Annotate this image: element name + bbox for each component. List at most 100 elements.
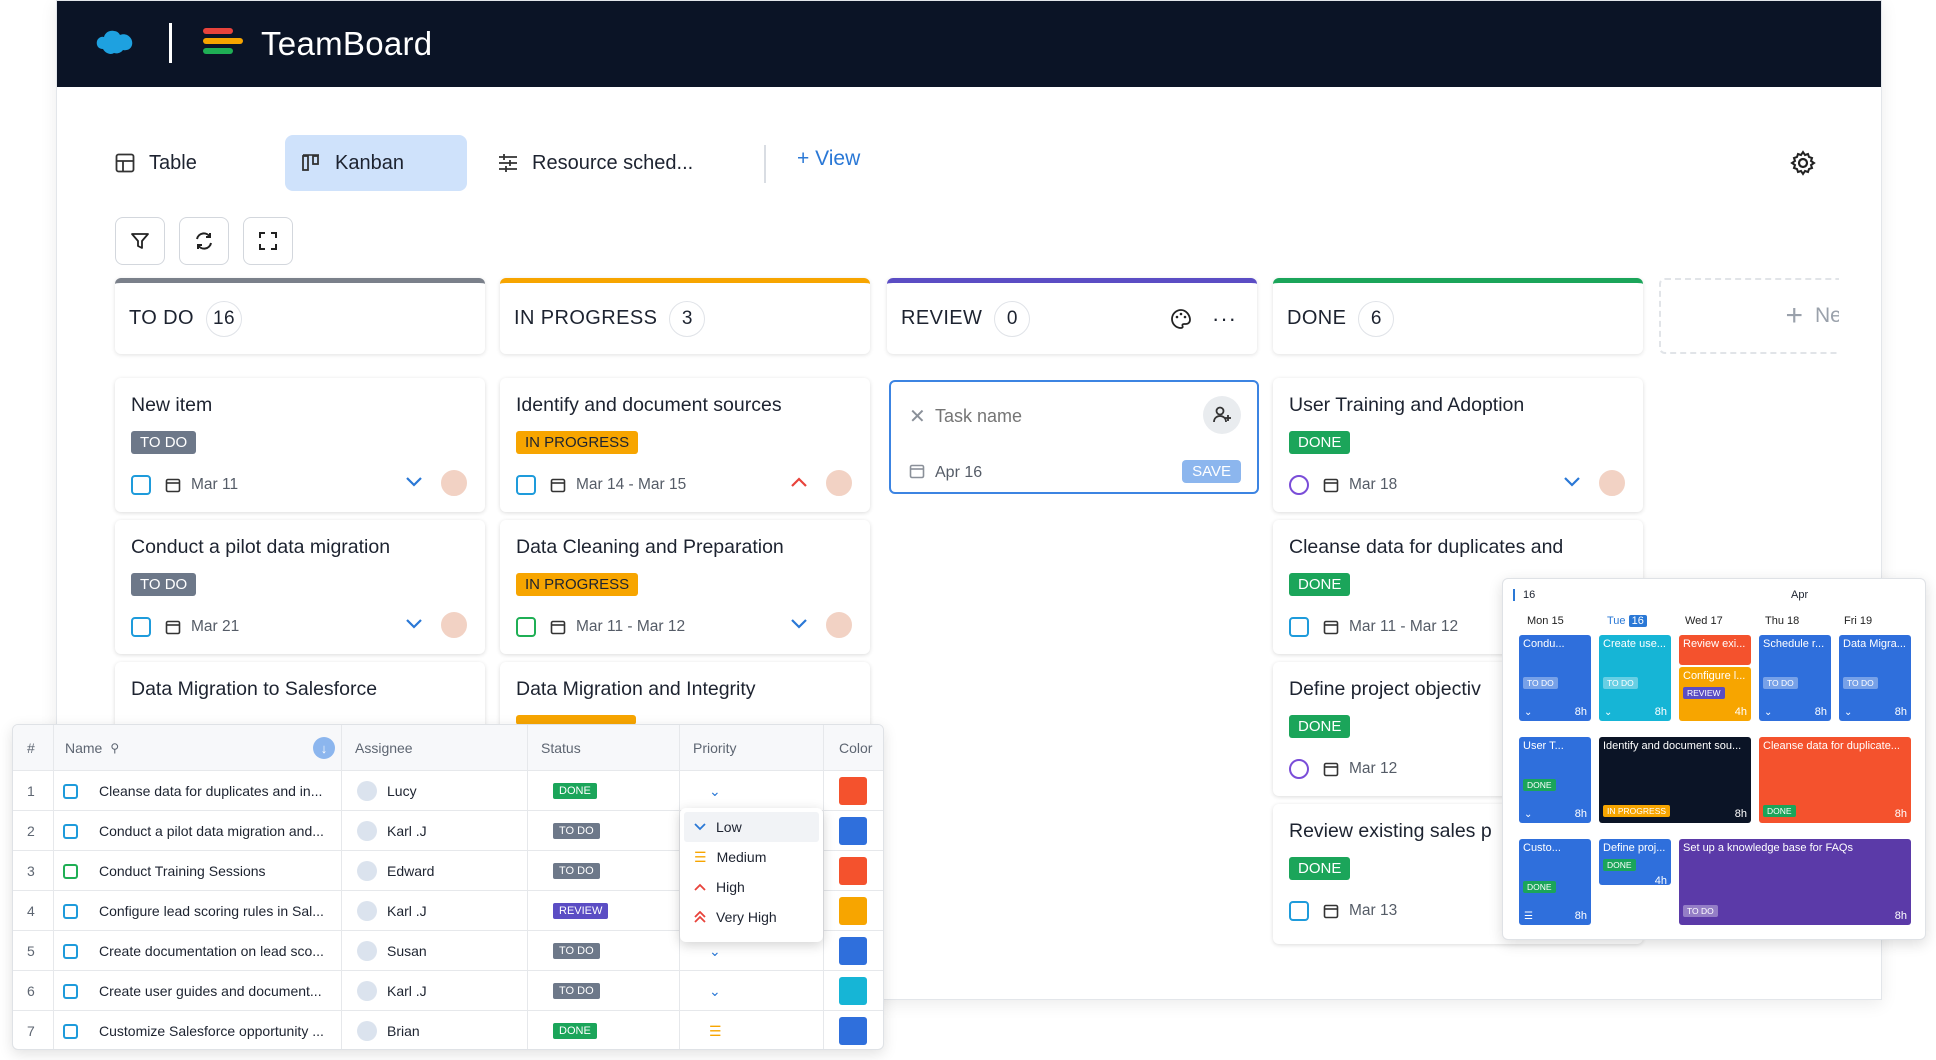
save-button[interactable]: SAVE — [1182, 460, 1241, 483]
chevron-down-icon[interactable] — [1563, 476, 1581, 488]
task-card[interactable]: Conduct a pilot data migration TO DO Mar… — [115, 520, 485, 654]
avatar[interactable] — [824, 610, 854, 640]
assignee[interactable]: Karl .J — [357, 971, 427, 1011]
task-name[interactable]: Conduct Training Sessions — [99, 851, 266, 891]
filter-button[interactable] — [115, 217, 165, 265]
schedule-event[interactable]: Custo... DONE ☰ 8h — [1519, 839, 1591, 925]
schedule-event[interactable]: Create use... TO DO ⌄ 8h — [1599, 635, 1671, 721]
equals-icon[interactable]: ☰ — [709, 1011, 722, 1049]
assignee[interactable]: Karl .J — [357, 811, 427, 851]
task-name[interactable]: Customize Salesforce opportunity ... — [99, 1011, 324, 1049]
chevron-down-icon[interactable] — [790, 618, 808, 630]
avatar[interactable] — [824, 468, 854, 498]
schedule-event[interactable]: Data Migra... TO DO ⌄ 8h — [1839, 635, 1911, 721]
due-date[interactable]: Apr 16 — [935, 464, 982, 482]
pin-icon[interactable]: ⚲ — [110, 741, 119, 755]
settings-gear-icon[interactable] — [1789, 149, 1817, 177]
chevron-down-icon[interactable]: ⌄ — [709, 771, 721, 811]
refresh-button[interactable] — [179, 217, 229, 265]
resource-icon — [499, 154, 517, 172]
assign-user-button[interactable] — [1203, 396, 1241, 434]
assignee[interactable]: Brian — [357, 1011, 420, 1049]
color-swatch[interactable] — [839, 777, 867, 805]
color-swatch[interactable] — [839, 977, 867, 1005]
close-icon[interactable]: ✕ — [909, 404, 926, 429]
sort-icon[interactable]: ↓ — [313, 725, 335, 771]
assignee[interactable]: Susan — [357, 931, 427, 971]
task-card[interactable]: Identify and document sources IN PROGRES… — [500, 378, 870, 512]
status-badge[interactable]: TO DO — [131, 431, 197, 454]
schedule-event[interactable]: Set up a knowledge base for FAQs TO DO 8h — [1679, 839, 1911, 925]
status-badge[interactable]: TO DO — [553, 823, 600, 839]
color-swatch[interactable] — [839, 1017, 867, 1045]
schedule-event[interactable]: Define proj... DONE 4h — [1599, 839, 1671, 885]
task-name[interactable]: Create user guides and document... — [99, 971, 322, 1011]
tab-resource-schedule[interactable]: Resource sched... — [482, 135, 709, 191]
status-badge[interactable]: DONE — [1289, 857, 1351, 880]
schedule-event[interactable]: Schedule r... TO DO ⌄ 8h — [1759, 635, 1831, 721]
avatar[interactable] — [439, 468, 469, 498]
status-badge[interactable]: TO DO — [131, 573, 197, 596]
tab-table[interactable]: Table — [99, 135, 213, 191]
schedule-event[interactable]: Cleanse data for duplicate... DONE 8h — [1759, 737, 1911, 823]
chevron-down-icon[interactable]: ⌄ — [709, 971, 721, 1011]
task-name-input[interactable] — [935, 402, 1175, 430]
add-view-button[interactable]: + View — [797, 147, 860, 171]
schedule-event[interactable]: User T... DONE ⌄ 8h — [1519, 737, 1591, 823]
color-swatch[interactable] — [839, 857, 867, 885]
col-header-color[interactable]: Color — [839, 725, 872, 771]
priority-option-medium[interactable]: ☰ Medium — [684, 842, 819, 872]
priority-option-very-high[interactable]: Very High — [684, 902, 819, 932]
table-row[interactable]: 1 Cleanse data for duplicates and in... Lu… — [13, 771, 883, 811]
chevron-down-icon[interactable] — [405, 618, 423, 630]
status-badge[interactable]: TO DO — [553, 983, 600, 999]
status-badge[interactable]: DONE — [1289, 573, 1351, 596]
fullscreen-button[interactable] — [243, 217, 293, 265]
chevron-up-icon[interactable] — [790, 476, 808, 488]
status-badge[interactable]: DONE — [1289, 431, 1351, 454]
status-badge[interactable]: IN PROGRESS — [516, 431, 639, 454]
schedule-event[interactable]: Review exi... — [1679, 635, 1751, 665]
color-swatch[interactable] — [839, 937, 867, 965]
color-swatch[interactable] — [839, 817, 867, 845]
status-badge[interactable]: DONE — [553, 1023, 597, 1039]
status-badge[interactable]: DONE — [1289, 715, 1351, 738]
task-name[interactable]: Configure lead scoring rules in Sal... — [99, 891, 324, 931]
task-name[interactable]: Create documentation on lead sco... — [99, 931, 324, 971]
task-card[interactable]: New item TO DO Mar 11 — [115, 378, 485, 512]
add-column-button[interactable]: + New — [1659, 278, 1839, 354]
status-badge[interactable]: REVIEW — [553, 903, 609, 919]
table-row[interactable]: 7 Customize Salesforce opportunity ... Bri… — [13, 1011, 883, 1049]
task-type-icon — [131, 617, 151, 637]
col-header-name[interactable]: Name ⚲ — [65, 725, 119, 771]
status-badge[interactable]: DONE — [553, 783, 597, 799]
col-header-priority[interactable]: Priority — [693, 725, 737, 771]
more-options-icon[interactable]: ··· — [1212, 306, 1237, 332]
avatar[interactable] — [1597, 468, 1627, 498]
priority-option-high[interactable]: High — [684, 872, 819, 902]
schedule-event[interactable]: Condu... TO DO ⌄ 8h — [1519, 635, 1591, 721]
task-name[interactable]: Cleanse data for duplicates and in... — [99, 771, 322, 811]
chevron-down-icon[interactable] — [405, 476, 423, 488]
task-card[interactable]: Data Cleaning and Preparation IN PROGRES… — [500, 520, 870, 654]
schedule-event[interactable]: Configure l... REVIEW 4h — [1679, 667, 1751, 721]
priority-option-low[interactable]: Low — [684, 812, 819, 842]
avatar[interactable] — [439, 610, 469, 640]
schedule-event[interactable]: Identify and document sou... IN PROGRESS 8… — [1599, 737, 1751, 823]
tab-kanban[interactable]: Kanban — [285, 135, 467, 191]
col-header-assignee[interactable]: Assignee — [355, 725, 413, 771]
assignee[interactable]: Edward — [357, 851, 434, 891]
calendar-icon[interactable] — [909, 463, 925, 479]
card-date: Mar 13 — [1349, 902, 1398, 919]
status-badge[interactable]: IN PROGRESS — [516, 573, 639, 596]
col-header-status[interactable]: Status — [541, 725, 581, 771]
status-badge[interactable]: TO DO — [553, 863, 600, 879]
color-swatch[interactable] — [839, 897, 867, 925]
palette-icon[interactable] — [1170, 308, 1192, 330]
status-badge[interactable]: TO DO — [553, 943, 600, 959]
assignee[interactable]: Karl .J — [357, 891, 427, 931]
task-name[interactable]: Conduct a pilot data migration and... — [99, 811, 324, 851]
task-card[interactable]: User Training and Adoption DONE Mar 18 — [1273, 378, 1643, 512]
table-row[interactable]: 6 Create user guides and document... Karl … — [13, 971, 883, 1011]
assignee[interactable]: Lucy — [357, 771, 417, 811]
